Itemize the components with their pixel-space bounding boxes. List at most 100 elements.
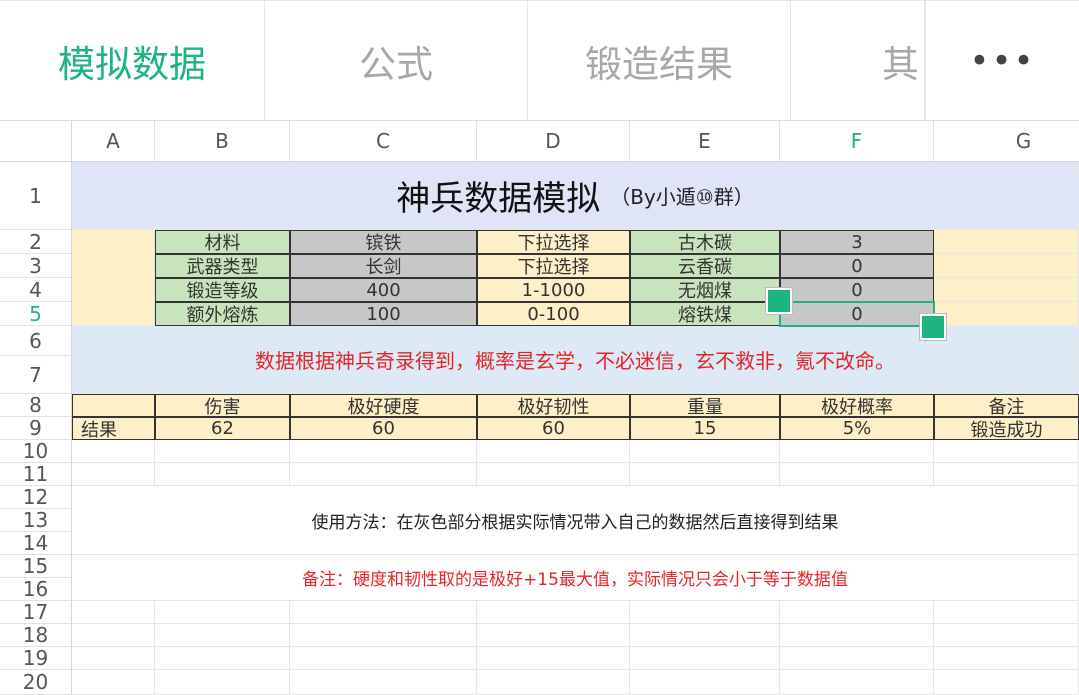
- empty-cell[interactable]: [630, 601, 780, 624]
- empty-cell[interactable]: [72, 670, 155, 695]
- column-header-d[interactable]: D: [477, 121, 630, 162]
- empty-cell[interactable]: [72, 463, 155, 486]
- empty-cell[interactable]: [934, 278, 1079, 302]
- selection-handle-bottom-right[interactable]: [920, 314, 946, 340]
- empty-cell[interactable]: [780, 624, 934, 647]
- input-label-cell[interactable]: 武器类型: [155, 254, 290, 278]
- empty-cell[interactable]: [934, 440, 1079, 463]
- empty-cell[interactable]: [72, 440, 155, 463]
- column-header-g[interactable]: G: [934, 121, 1079, 162]
- empty-cell[interactable]: [780, 670, 934, 695]
- empty-cell[interactable]: [290, 670, 477, 695]
- row-header-9[interactable]: 9: [0, 416, 72, 440]
- empty-cell[interactable]: [477, 601, 630, 624]
- empty-cell[interactable]: [477, 670, 630, 695]
- row-header-19[interactable]: 19: [0, 646, 72, 670]
- row-header-8[interactable]: 8: [0, 393, 72, 417]
- usage-cell[interactable]: 使用方法：在灰色部分根据实际情况带入自己的数据然后直接得到结果: [72, 486, 1079, 555]
- row-header-20[interactable]: 20: [0, 670, 72, 695]
- row-header-16[interactable]: 16: [0, 577, 72, 601]
- select-all-corner[interactable]: [0, 121, 72, 162]
- empty-cell[interactable]: [780, 463, 934, 486]
- empty-cell[interactable]: [934, 624, 1079, 647]
- input-side-cell[interactable]: [72, 230, 155, 326]
- empty-cell[interactable]: [72, 624, 155, 647]
- empty-cell[interactable]: [630, 670, 780, 695]
- input-value-cell[interactable]: 400: [290, 278, 477, 302]
- input-hint-cell[interactable]: 下拉选择: [477, 230, 630, 254]
- column-header-a[interactable]: A: [72, 121, 155, 162]
- column-header-f[interactable]: F: [780, 121, 934, 162]
- row-header-4[interactable]: 4: [0, 278, 72, 302]
- row-header-14[interactable]: 14: [0, 531, 72, 555]
- empty-cell[interactable]: [780, 601, 934, 624]
- empty-cell[interactable]: [72, 647, 155, 670]
- empty-cell[interactable]: [630, 647, 780, 670]
- empty-cell[interactable]: [72, 601, 155, 624]
- result-value-cell[interactable]: 5%: [780, 417, 934, 440]
- column-header-c[interactable]: C: [290, 121, 477, 162]
- input-value-cell[interactable]: 100: [290, 302, 477, 326]
- empty-cell[interactable]: [155, 440, 290, 463]
- result-header-cell[interactable]: 极好概率: [780, 394, 934, 417]
- input-label-cell[interactable]: 额外熔炼: [155, 302, 290, 326]
- input-hint-cell[interactable]: 0-100: [477, 302, 630, 326]
- fuel-qty-cell[interactable]: 0: [780, 278, 934, 302]
- row-header-13[interactable]: 13: [0, 508, 72, 532]
- input-value-cell[interactable]: 长剑: [290, 254, 477, 278]
- empty-cell[interactable]: [934, 254, 1079, 278]
- input-hint-cell[interactable]: 1-1000: [477, 278, 630, 302]
- empty-cell[interactable]: [934, 670, 1079, 695]
- column-header-e[interactable]: E: [630, 121, 780, 162]
- empty-cell[interactable]: [630, 624, 780, 647]
- tab-other[interactable]: 其: [791, 1, 925, 121]
- row-header-5[interactable]: 5: [0, 302, 72, 326]
- input-label-cell[interactable]: 锻造等级: [155, 278, 290, 302]
- input-value-cell[interactable]: 镔铁: [290, 230, 477, 254]
- empty-cell[interactable]: [290, 601, 477, 624]
- fuel-label-cell[interactable]: 古木碳: [630, 230, 780, 254]
- row-header-6[interactable]: 6: [0, 326, 72, 356]
- selection-handle-top-left[interactable]: [766, 288, 792, 314]
- result-header-cell[interactable]: 极好韧性: [477, 394, 630, 417]
- result-value-cell[interactable]: 62: [155, 417, 290, 440]
- row-header-1[interactable]: 1: [0, 162, 72, 230]
- empty-cell[interactable]: [477, 647, 630, 670]
- row-header-11[interactable]: 11: [0, 462, 72, 486]
- result-label-cell[interactable]: 结果: [72, 417, 155, 440]
- input-label-cell[interactable]: 材料: [155, 230, 290, 254]
- row-header-12[interactable]: 12: [0, 485, 72, 509]
- row-header-2[interactable]: 2: [0, 230, 72, 254]
- row-header-7[interactable]: 7: [0, 356, 72, 394]
- fuel-qty-cell[interactable]: 3: [780, 230, 934, 254]
- result-value-cell[interactable]: 60: [290, 417, 477, 440]
- empty-cell[interactable]: [780, 647, 934, 670]
- empty-cell[interactable]: [477, 463, 630, 486]
- row-header-10[interactable]: 10: [0, 439, 72, 463]
- fuel-qty-cell[interactable]: 0: [780, 254, 934, 278]
- tab-forge-result[interactable]: 锻造结果: [528, 1, 791, 121]
- empty-cell[interactable]: [155, 463, 290, 486]
- empty-cell[interactable]: [780, 440, 934, 463]
- empty-cell[interactable]: [155, 601, 290, 624]
- result-header-cell[interactable]: 伤害: [155, 394, 290, 417]
- empty-cell[interactable]: [934, 302, 1079, 326]
- title-cell[interactable]: 神兵数据模拟 （By小遁⑩群）: [72, 162, 1079, 230]
- empty-cell[interactable]: [155, 624, 290, 647]
- empty-cell[interactable]: [934, 647, 1079, 670]
- empty-cell[interactable]: [934, 230, 1079, 254]
- empty-cell[interactable]: [934, 463, 1079, 486]
- input-hint-cell[interactable]: 下拉选择: [477, 254, 630, 278]
- empty-cell[interactable]: [155, 670, 290, 695]
- result-header-cell[interactable]: 重量: [630, 394, 780, 417]
- fuel-label-cell[interactable]: 云香碳: [630, 254, 780, 278]
- result-header-cell[interactable]: 备注: [934, 394, 1079, 417]
- result-value-cell[interactable]: 15: [630, 417, 780, 440]
- empty-cell[interactable]: [290, 624, 477, 647]
- result-header-cell[interactable]: 极好硬度: [290, 394, 477, 417]
- empty-cell[interactable]: [630, 440, 780, 463]
- fuel-label-cell[interactable]: 无烟煤: [630, 278, 780, 302]
- result-value-cell[interactable]: 锻造成功: [934, 417, 1079, 440]
- empty-cell[interactable]: [290, 463, 477, 486]
- column-header-b[interactable]: B: [155, 121, 290, 162]
